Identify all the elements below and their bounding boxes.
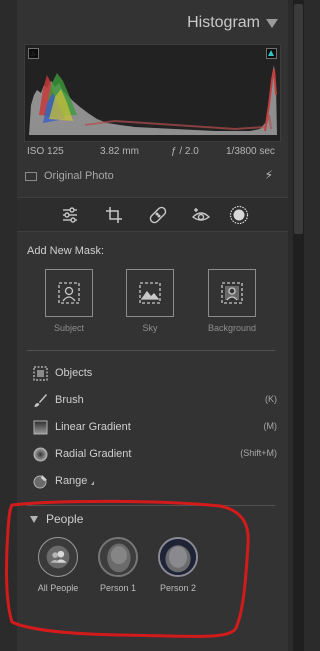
original-photo-label: Original Photo: [44, 170, 114, 182]
masking-icon[interactable]: [229, 205, 249, 225]
radial-gradient-icon: [33, 447, 48, 462]
exif-aperture: ƒ / 2.0: [171, 146, 199, 157]
linear-gradient-shortcut: (M): [263, 421, 278, 431]
background-icon: [221, 282, 243, 304]
highlight-clipping-icon[interactable]: [266, 48, 277, 59]
person-1-button[interactable]: [98, 537, 138, 577]
exif-focal-length: 3.82 mm: [100, 146, 139, 157]
tool-strip: [17, 197, 288, 232]
sky-mask-label: Sky: [142, 323, 158, 333]
add-new-mask-title: Add New Mask:: [27, 245, 105, 257]
collapse-triangle-icon[interactable]: [30, 516, 38, 523]
brush-tool[interactable]: Brush (K): [27, 391, 277, 411]
subject-mask-button[interactable]: [45, 269, 93, 317]
subject-mask-label: Subject: [53, 323, 85, 333]
range-tool[interactable]: Range: [27, 472, 277, 492]
range-dropdown-caret[interactable]: [91, 481, 94, 485]
radial-gradient-tool[interactable]: Radial Gradient (Shift+M): [27, 445, 277, 465]
exif-shutter: 1/3800 sec: [226, 146, 275, 157]
objects-icon: [33, 366, 48, 381]
original-photo-toggle[interactable]: Original Photo ⚡︎: [24, 167, 279, 187]
brush-shortcut: (K): [265, 394, 277, 404]
range-label: Range: [55, 475, 88, 487]
section-divider: [27, 350, 275, 351]
sky-icon: [139, 282, 161, 304]
brush-icon: [34, 394, 47, 407]
radial-gradient-label: Radial Gradient: [55, 448, 132, 460]
background-mask-label: Background: [207, 323, 257, 333]
crop-icon[interactable]: [104, 205, 124, 225]
person-thumbnail: [100, 539, 136, 575]
background-mask-button[interactable]: [208, 269, 256, 317]
sky-mask-button[interactable]: [126, 269, 174, 317]
objects-label: Objects: [55, 367, 93, 379]
subject-icon: [58, 282, 80, 304]
collapse-triangle-icon[interactable]: [266, 19, 278, 28]
person-2-button[interactable]: [158, 537, 198, 577]
edit-sliders-icon[interactable]: [60, 205, 80, 225]
histogram-header[interactable]: Histogram: [17, 10, 288, 40]
red-eye-icon[interactable]: [191, 205, 211, 225]
people-section-header[interactable]: People: [30, 512, 230, 528]
shadow-clipping-icon[interactable]: [28, 48, 39, 59]
all-people-button[interactable]: [38, 537, 78, 577]
exif-iso: ISO 125: [27, 146, 64, 157]
section-divider: [27, 505, 275, 506]
all-people-icon: [46, 545, 70, 569]
panel-scrollbar[interactable]: [293, 0, 304, 651]
histogram-graph: [24, 44, 281, 142]
histogram-title: Histogram: [187, 14, 260, 31]
original-photo-checkbox[interactable]: [25, 172, 37, 181]
healing-icon[interactable]: [148, 205, 168, 225]
brush-label: Brush: [55, 394, 84, 406]
linear-gradient-label: Linear Gradient: [55, 421, 131, 433]
person-thumbnail: [160, 539, 196, 575]
people-title: People: [46, 512, 84, 526]
range-icon: [33, 475, 47, 489]
linear-gradient-icon: [33, 420, 48, 435]
radial-gradient-shortcut: (Shift+M): [240, 448, 277, 458]
linear-gradient-tool[interactable]: Linear Gradient (M): [27, 418, 277, 438]
scrollbar-thumb[interactable]: [294, 4, 303, 234]
histogram-chart: [29, 65, 277, 135]
person-2-label: Person 2: [159, 583, 197, 593]
objects-tool[interactable]: Objects: [27, 364, 277, 384]
lightning-bolt-icon[interactable]: ⚡︎: [265, 168, 273, 182]
